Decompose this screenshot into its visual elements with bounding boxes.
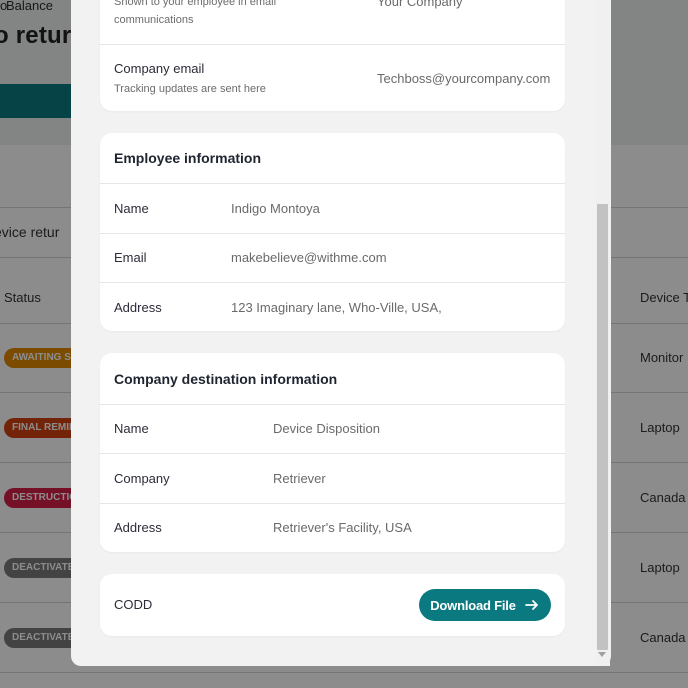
company-info-card: Shown to your employee in email communic… bbox=[100, 0, 565, 111]
card-title: Company destination information bbox=[114, 371, 338, 387]
company-name-value: Your Company bbox=[377, 0, 463, 9]
row-value: Device Disposition bbox=[273, 421, 380, 436]
row-label: Address bbox=[114, 300, 162, 315]
row-label: Name bbox=[114, 421, 149, 436]
download-button-label: Download File bbox=[430, 597, 516, 613]
row-label: Address bbox=[114, 520, 162, 535]
company-email-row: Company email Tracking updates are sent … bbox=[100, 44, 565, 111]
info-row: Company Retriever bbox=[100, 453, 565, 503]
row-value: Retriever bbox=[273, 471, 326, 486]
company-email-hint: Tracking updates are sent here bbox=[114, 83, 266, 95]
company-email-value: Techboss@yourcompany.com bbox=[377, 71, 551, 86]
row-value: 123 Imaginary lane, Who-Ville, USA, bbox=[231, 300, 442, 315]
info-row: Name Indigo Montoya bbox=[100, 183, 565, 233]
arrow-right-icon bbox=[524, 600, 538, 610]
info-row: Address Retriever's Facility, USA bbox=[100, 503, 565, 552]
row-value: Retriever's Facility, USA bbox=[273, 520, 412, 535]
info-row: Name Device Disposition bbox=[100, 404, 565, 454]
row-label: Company bbox=[114, 471, 170, 486]
destination-info-card: Company destination information Name Dev… bbox=[100, 353, 565, 552]
company-name-hint: Shown to your employee in email bbox=[114, 0, 277, 8]
info-row: Email makebelieve@withme.com bbox=[100, 233, 565, 282]
row-label: Name bbox=[114, 201, 149, 216]
row-value: makebelieve@withme.com bbox=[231, 250, 387, 265]
codd-label: CODD bbox=[114, 597, 153, 612]
company-email-label: Company email bbox=[114, 61, 205, 76]
scrollbar-thumb[interactable] bbox=[597, 204, 608, 650]
download-file-button[interactable]: Download File bbox=[419, 589, 551, 621]
info-row: Address 123 Imaginary lane, Who-Ville, U… bbox=[100, 282, 565, 331]
employee-info-card: Employee information Name Indigo Montoya… bbox=[100, 133, 565, 331]
scroll-down-icon[interactable] bbox=[598, 652, 606, 657]
row-value: Indigo Montoya bbox=[231, 201, 320, 216]
row-label: Email bbox=[114, 250, 147, 265]
card-title: Employee information bbox=[114, 150, 262, 166]
company-name-hint-cont: communications bbox=[114, 14, 194, 26]
